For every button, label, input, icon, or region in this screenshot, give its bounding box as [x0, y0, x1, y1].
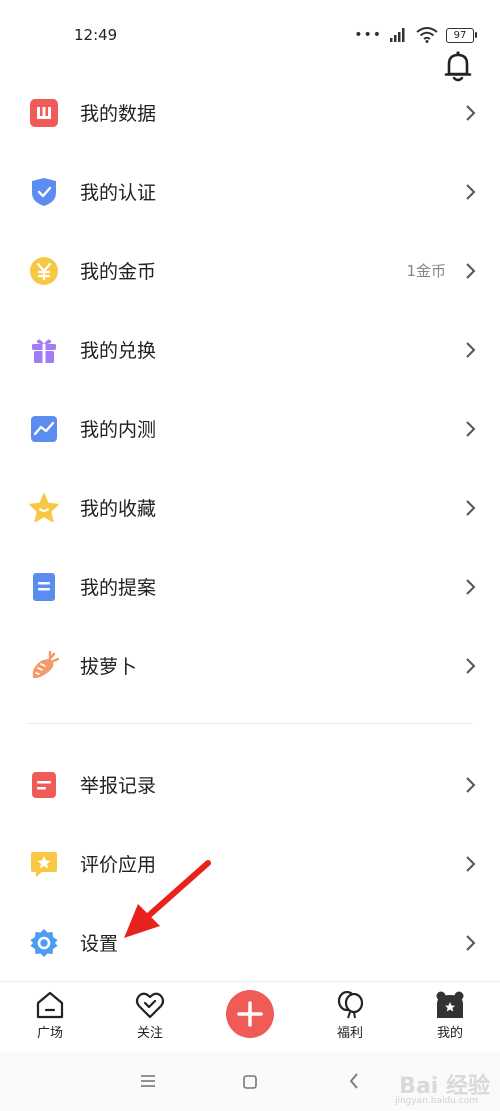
menu-item-pull-radish[interactable]: 拔萝卜: [0, 626, 500, 705]
menu-item-label: 举报记录: [80, 775, 157, 797]
menu-item-my-certification[interactable]: 我的认证: [0, 152, 500, 231]
menu-item-label: 我的提案: [80, 577, 157, 599]
chevron-right-icon: [466, 341, 476, 358]
watermark-url: jingyan.baidu.com: [394, 1096, 478, 1106]
nav-tab-welfare[interactable]: 福利: [320, 990, 380, 1046]
data-chart-icon: [29, 98, 59, 128]
nav-tab-label: 福利: [336, 1026, 363, 1041]
heart-icon: [135, 992, 165, 1019]
menu-item-label: 拔萝卜: [80, 656, 138, 678]
nav-tab-plaza[interactable]: 广场: [20, 990, 80, 1046]
publish-button[interactable]: [226, 990, 274, 1038]
star-icon: [29, 492, 59, 523]
menu-item-label: 我的内测: [80, 419, 157, 441]
nav-tab-follow[interactable]: 关注: [120, 990, 180, 1046]
menu-item-label: 我的兑换: [80, 340, 157, 362]
menu-item-my-favorites[interactable]: 我的收藏: [0, 468, 500, 547]
signal-icon: [390, 28, 405, 42]
gift-icon: [29, 335, 59, 365]
menu-item-my-beta[interactable]: 我的内测: [0, 389, 500, 468]
chevron-right-icon: [466, 657, 476, 674]
status-bar: 12:49 ••• 97: [0, 0, 500, 56]
shield-check-icon: [29, 177, 59, 207]
home-square-icon[interactable]: [242, 1074, 258, 1090]
status-icons: ••• 97: [354, 26, 477, 44]
chevron-right-icon: [466, 578, 476, 595]
chevron-right-icon: [466, 262, 476, 279]
wifi-icon: [416, 27, 438, 43]
menu-item-rate-app[interactable]: 评价应用: [0, 824, 500, 903]
bottom-nav: 广场 关注 福利 我的: [0, 981, 500, 1052]
menu-item-my-coins[interactable]: 我的金币 1金币: [0, 231, 500, 310]
chevron-right-icon: [466, 183, 476, 200]
menu-item-label: 我的认证: [80, 182, 157, 204]
report-icon: [29, 770, 59, 800]
menu-item-settings[interactable]: 设置: [0, 903, 500, 982]
battery-indicator: 97: [446, 27, 477, 43]
nav-tab-mine[interactable]: 我的: [420, 990, 480, 1046]
yuan-coin-icon: [29, 256, 59, 286]
plus-icon: [237, 1001, 263, 1027]
annotation-arrow-icon: [124, 860, 211, 938]
menu-item-label: 我的数据: [80, 103, 157, 125]
menu-item-label: 我的收藏: [80, 498, 157, 520]
home-icon: [36, 991, 64, 1019]
bear-icon: [436, 991, 464, 1018]
more-dots-icon: •••: [354, 27, 382, 43]
chevron-right-icon: [466, 776, 476, 793]
menu-item-label: 我的金币: [80, 261, 157, 283]
menu-lines-icon[interactable]: [140, 1074, 156, 1088]
menu-item-label: 设置: [80, 933, 119, 955]
section-divider: [27, 723, 473, 724]
chevron-right-icon: [466, 934, 476, 951]
menu-item-my-proposals[interactable]: 我的提案: [0, 547, 500, 626]
rate-icon: [29, 849, 59, 879]
menu-item-report-history[interactable]: 举报记录: [0, 745, 500, 824]
trend-chart-icon: [29, 414, 59, 444]
status-time: 12:49: [74, 26, 118, 44]
nav-tab-label: 我的: [436, 1026, 463, 1041]
menu-item-my-data[interactable]: 我的数据: [0, 73, 500, 152]
balloon-icon: [337, 990, 364, 1019]
chevron-right-icon: [466, 420, 476, 437]
menu-item-my-exchange[interactable]: 我的兑换: [0, 310, 500, 389]
nav-tab-label: 关注: [136, 1026, 163, 1041]
chevron-right-icon: [466, 855, 476, 872]
chevron-right-icon: [466, 499, 476, 516]
back-chevron-icon[interactable]: [348, 1072, 360, 1090]
carrot-icon: [29, 650, 59, 681]
settings-icon: [29, 928, 59, 958]
coin-count: 1金币: [406, 262, 446, 280]
chevron-right-icon: [466, 104, 476, 121]
document-icon: [29, 572, 59, 602]
nav-tab-label: 广场: [36, 1026, 63, 1041]
